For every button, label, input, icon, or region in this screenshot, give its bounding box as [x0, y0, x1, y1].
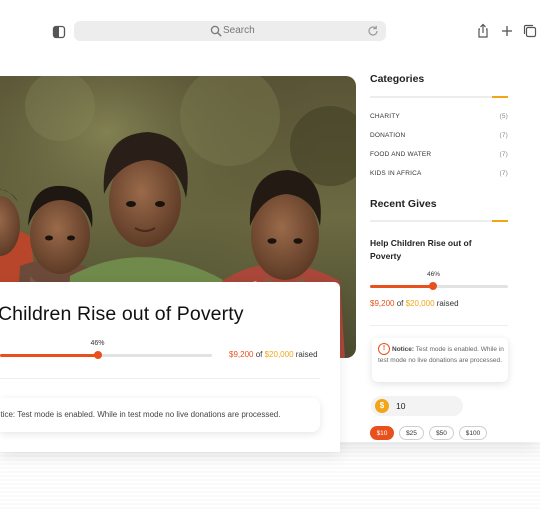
- category-label: KIDS IN AFRICA: [370, 170, 422, 177]
- test-mode-notice: otice: Test mode is enabled. While in te…: [0, 398, 320, 432]
- new-tab-icon[interactable]: [499, 23, 515, 39]
- test-mode-notice: ! Notice: Test mode is enabled. While in…: [372, 338, 508, 382]
- recent-give-title[interactable]: Help Children Rise out of Poverty: [370, 237, 490, 263]
- search-icon: [210, 25, 222, 37]
- raised-summary: $9,200 of $20,000 raised: [370, 299, 459, 308]
- goal-amount: $20,000: [405, 299, 435, 308]
- raised-amount: $9,200: [370, 299, 395, 308]
- tabs-overview-icon[interactable]: [522, 23, 538, 39]
- of-word: of: [255, 350, 263, 359]
- address-bar[interactable]: Search: [74, 21, 386, 41]
- notice-text: otice: Test mode is enabled. While in te…: [0, 410, 281, 419]
- category-item[interactable]: DONATION (7): [370, 132, 508, 139]
- divider: [370, 325, 508, 326]
- sidebar-toggle-icon[interactable]: [52, 25, 66, 39]
- progress-fill: [0, 354, 98, 357]
- progress-percent-label: 46%: [90, 340, 105, 347]
- category-count: (7): [499, 170, 508, 177]
- heading-underline: [370, 220, 508, 222]
- category-label: FOOD AND WATER: [370, 151, 432, 158]
- category-item[interactable]: CHARITY (5): [370, 113, 508, 120]
- campaign-title[interactable]: Children Rise out of Poverty: [0, 303, 244, 326]
- recent-gives-heading: Recent Gives: [370, 198, 437, 210]
- preset-amount-button[interactable]: $10: [370, 426, 394, 440]
- browser-window: Search Children Rise out of Poverty 46% …: [0, 0, 540, 452]
- preset-amount-button[interactable]: $100: [459, 426, 487, 440]
- notice-label: Notice:: [392, 346, 415, 353]
- category-item[interactable]: FOOD AND WATER (7): [370, 151, 508, 158]
- notice-text: Notice: Test mode is enabled. While in t…: [378, 344, 504, 366]
- reload-icon[interactable]: [366, 24, 380, 38]
- progress-percent-label: 46%: [426, 271, 440, 278]
- donation-amount-value: 10: [396, 401, 406, 411]
- category-count: (5): [499, 113, 508, 120]
- category-label: DONATION: [370, 132, 406, 139]
- raised-word: raised: [436, 299, 459, 308]
- goal-amount: $20,000: [264, 350, 294, 359]
- progress-bar: [370, 282, 508, 290]
- preset-amount-button[interactable]: $50: [429, 426, 454, 440]
- category-item[interactable]: KIDS IN AFRICA (7): [370, 170, 508, 177]
- progress-bar: [0, 351, 212, 359]
- address-placeholder: Search: [223, 25, 255, 36]
- raised-amount: $9,200: [229, 350, 254, 359]
- campaign-card: Children Rise out of Poverty 46% $9,200 …: [0, 282, 340, 452]
- category-label: CHARITY: [370, 113, 400, 120]
- progress-knob: [93, 351, 102, 359]
- raised-summary: $9,200 of $20,000 raised: [229, 350, 318, 359]
- preset-amount-button[interactable]: $25: [399, 426, 424, 440]
- heading-underline: [370, 96, 508, 98]
- of-word: of: [396, 299, 404, 308]
- categories-heading: Categories: [370, 73, 425, 85]
- donation-amount-input[interactable]: $ 10: [371, 396, 463, 416]
- raised-word: raised: [295, 350, 318, 359]
- browser-toolbar: Search: [0, 12, 540, 48]
- dollar-icon: $: [375, 399, 389, 413]
- progress-fill: [370, 285, 434, 288]
- divider: [0, 378, 320, 379]
- category-count: (7): [499, 151, 508, 158]
- progress-knob: [429, 282, 438, 290]
- category-count: (7): [499, 132, 508, 139]
- share-icon[interactable]: [475, 23, 491, 39]
